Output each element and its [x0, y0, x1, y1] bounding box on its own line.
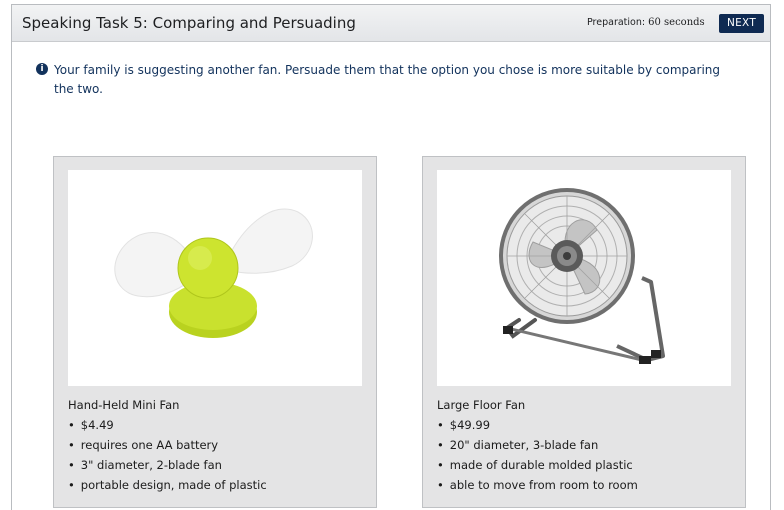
option-card-mini-fan: Hand-Held Mini Fan $4.49 requires one AA…	[53, 156, 377, 508]
feature-price: $49.99	[437, 415, 737, 435]
feature-item: 3" diameter, 2-blade fan	[68, 455, 368, 475]
instruction-text: Your family is suggesting another fan. P…	[54, 63, 721, 96]
option-card-floor-fan: Large Floor Fan $49.99 20" diameter, 3-b…	[422, 156, 746, 508]
option-name: Large Floor Fan	[437, 398, 526, 412]
option-info: Hand-Held Mini Fan $4.49 requires one AA…	[68, 395, 368, 495]
feature-item: requires one AA battery	[68, 435, 368, 455]
large-floor-fan-image	[437, 170, 731, 386]
feature-list: $49.99 20" diameter, 3-blade fan made of…	[437, 415, 737, 495]
info-icon: i	[36, 63, 48, 75]
next-button[interactable]: NEXT	[719, 14, 764, 33]
feature-item: 20" diameter, 3-blade fan	[437, 435, 737, 455]
preparation-timer: Preparation: 60 seconds	[587, 17, 705, 28]
task-title: Speaking Task 5: Comparing and Persuadin…	[22, 14, 356, 32]
feature-item: made of durable molded plastic	[437, 455, 737, 475]
feature-list: $4.49 requires one AA battery 3" diamete…	[68, 415, 368, 495]
feature-item: able to move from room to room	[437, 475, 737, 495]
preparation-label: Preparation:	[587, 17, 646, 28]
option-name: Hand-Held Mini Fan	[68, 398, 180, 412]
feature-price: $4.49	[68, 415, 368, 435]
instruction: i Your family is suggesting another fan.…	[36, 61, 736, 99]
feature-item: portable design, made of plastic	[68, 475, 368, 495]
task-window: Speaking Task 5: Comparing and Persuadin…	[11, 4, 771, 510]
preparation-value: 60 seconds	[648, 17, 705, 28]
task-header: Speaking Task 5: Comparing and Persuadin…	[12, 5, 770, 42]
option-info: Large Floor Fan $49.99 20" diameter, 3-b…	[437, 395, 737, 495]
hand-held-mini-fan-image	[68, 170, 362, 386]
